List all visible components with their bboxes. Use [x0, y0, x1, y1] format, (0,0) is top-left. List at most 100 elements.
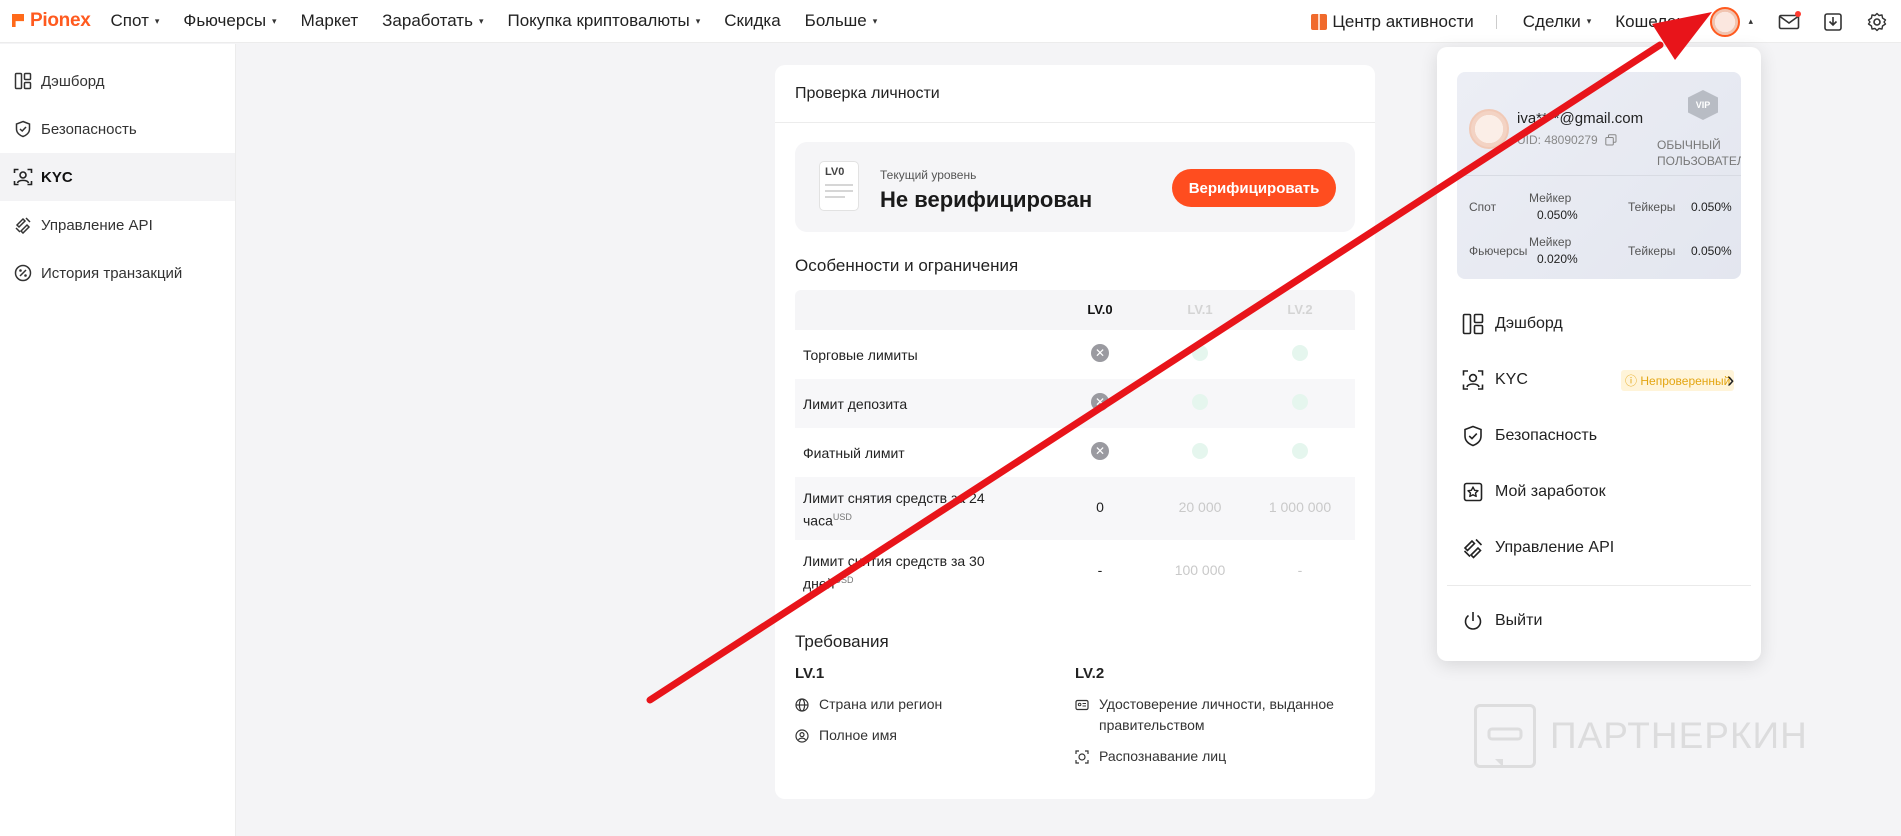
dropdown-item-dashboard[interactable]: Дэшборд — [1461, 309, 1741, 339]
watermark-logo-icon — [1474, 704, 1536, 768]
divider — [1495, 14, 1497, 29]
fee-maker-value: 0.050% — [1537, 208, 1578, 222]
nav-label: Маркет — [300, 11, 359, 30]
divider — [1447, 585, 1751, 586]
user-circle-icon — [795, 725, 813, 746]
lv0-cell: ✕ — [1050, 344, 1150, 362]
user-avatar-button[interactable] — [1710, 6, 1741, 37]
requirement-text: Полное имя — [819, 727, 897, 743]
dropdown-item-label: Дэшборд — [1495, 315, 1563, 332]
nav-label: Спот — [110, 11, 149, 30]
nav-earn[interactable]: Заработать ▾ — [382, 11, 483, 31]
requirement-text: Удостоверение личности, выданное правите… — [1099, 696, 1334, 733]
nav-spot[interactable]: Спот ▾ — [111, 11, 160, 31]
download-icon[interactable] — [1821, 10, 1845, 34]
kyc-card: Проверка личности LV0 Текущий уровень Не… — [775, 65, 1375, 799]
dropdown-item-label: Управление API — [1495, 539, 1615, 556]
nav-label: Фьючерсы — [183, 11, 267, 30]
nav-label: Заработать — [382, 11, 473, 30]
user-level-line: ОБЫЧНЫЙ — [1657, 138, 1721, 152]
check-circle-icon — [1292, 443, 1308, 459]
divider — [1457, 175, 1741, 176]
fee-maker-value: 0.020% — [1537, 252, 1578, 266]
pionex-logo-icon — [11, 13, 27, 29]
logout-button[interactable]: Выйти — [1461, 606, 1741, 636]
level-column-header: LV.0 — [1087, 302, 1113, 317]
row-label: Лимит снятия средств за 30 днейUSD — [803, 552, 1003, 594]
requirement-item: Удостоверение личности, выданное правите… — [1075, 694, 1360, 736]
table-row: Торговые лимиты ✕ — [795, 330, 1355, 379]
nav-label: Кошелек — [1615, 11, 1684, 31]
pionex-logo[interactable]: Pionex — [11, 10, 91, 32]
fee-maker-label: Мейкер — [1529, 191, 1572, 205]
nav-market[interactable]: Маркет — [301, 11, 359, 31]
cross-circle-icon: ✕ — [1091, 442, 1109, 460]
row-label: Лимит депозита — [803, 396, 908, 412]
sidebar-item-history[interactable]: История транзакций — [0, 249, 235, 297]
lv2-cell — [1250, 345, 1350, 364]
sidebar-item-dashboard[interactable]: Дэшборд — [0, 57, 235, 105]
table-row: Лимит депозита ✕ — [795, 379, 1355, 428]
caret-up-icon[interactable]: ▴ — [1748, 16, 1753, 27]
kyc-icon — [13, 167, 33, 187]
fee-taker-label: Тейкеры — [1628, 200, 1676, 214]
kyc-icon — [1461, 368, 1485, 392]
nav-wallet[interactable]: Кошелек ▾ — [1615, 12, 1694, 32]
fee-taker-value: 0.050% — [1691, 244, 1732, 258]
sidebar-item-label: Управление API — [41, 216, 153, 234]
api-icon — [13, 215, 33, 235]
logo-text: Pionex — [30, 10, 91, 31]
copy-icon[interactable] — [1605, 134, 1617, 146]
dropdown-item-security[interactable]: Безопасность — [1461, 421, 1741, 451]
row-label: Торговые лимиты — [803, 347, 918, 363]
settings-gear-icon[interactable] — [1865, 10, 1889, 34]
avatar — [1469, 109, 1509, 149]
nav-more[interactable]: Больше ▾ — [805, 11, 878, 31]
unverified-badge: ⓘ Непроверенный — [1621, 369, 1735, 391]
sidebar-item-kyc[interactable]: KYC — [0, 153, 235, 201]
cross-circle-icon: ✕ — [1091, 344, 1109, 362]
dashboard-icon — [13, 71, 33, 91]
lv0-cell: ✕ — [1050, 442, 1150, 460]
face-scan-icon — [1075, 746, 1093, 767]
nav-discount[interactable]: Скидка — [724, 11, 780, 31]
caret-down-icon: ▾ — [272, 15, 277, 26]
earnings-icon — [1461, 480, 1485, 504]
top-navigation-bar: Pionex Спот ▾ Фьючерсы ▾ Маркет Заработать… — [0, 0, 1901, 43]
current-level-label: Текущий уровень — [880, 168, 977, 182]
lv2-cell: 1 000 000 — [1268, 499, 1332, 515]
row-label-text: Лимит снятия средств за 30 дней — [803, 553, 985, 592]
sidebar-item-api[interactable]: Управление API — [0, 201, 235, 249]
row-label: Фиатный лимит — [803, 445, 905, 461]
lv1-cell — [1150, 394, 1250, 413]
table-row: Фиатный лимит ✕ — [795, 428, 1355, 477]
activity-center-link[interactable]: Центр активности — [1311, 12, 1474, 32]
nav-deals[interactable]: Сделки ▾ — [1523, 12, 1591, 32]
caret-down-icon: ▾ — [1586, 16, 1592, 26]
nav-futures[interactable]: Фьючерсы ▾ — [183, 11, 276, 31]
lv1-cell: 20 000 — [1178, 499, 1222, 515]
nav-buy-crypto[interactable]: Покупка криптовалюты ▾ — [507, 11, 700, 31]
lv0-cell: - — [1097, 562, 1103, 578]
api-icon — [1461, 536, 1485, 560]
dropdown-item-kyc[interactable]: KYC ⓘ Непроверенный › — [1461, 365, 1741, 395]
requirements-lv2: LV.2 Удостоверение личности, выданное пр… — [1075, 665, 1360, 777]
id-card-icon — [1075, 694, 1093, 715]
globe-icon — [795, 694, 813, 715]
doc-line — [825, 196, 845, 198]
dropdown-item-label: KYC — [1495, 371, 1528, 388]
lv2-cell — [1250, 394, 1350, 413]
level-document-icon: LV0 — [819, 161, 859, 211]
dropdown-item-api[interactable]: Управление API — [1461, 533, 1741, 563]
mail-icon[interactable] — [1777, 10, 1801, 34]
features-title: Особенности и ограничения — [795, 256, 1019, 275]
sidebar-item-security[interactable]: Безопасность — [0, 105, 235, 153]
requirement-level: LV.2 — [1075, 665, 1105, 682]
verify-button[interactable]: Верифицировать — [1172, 169, 1336, 207]
dropdown-item-label: Безопасность — [1495, 427, 1598, 444]
requirements-title: Требования — [795, 632, 889, 651]
caret-down-icon: ▾ — [478, 15, 484, 26]
requirements-lv1: LV.1 Страна или регион Полное имя — [795, 665, 1055, 756]
dropdown-item-earnings[interactable]: Мой заработок — [1461, 477, 1741, 507]
requirement-item: Страна или регион — [795, 694, 1055, 715]
